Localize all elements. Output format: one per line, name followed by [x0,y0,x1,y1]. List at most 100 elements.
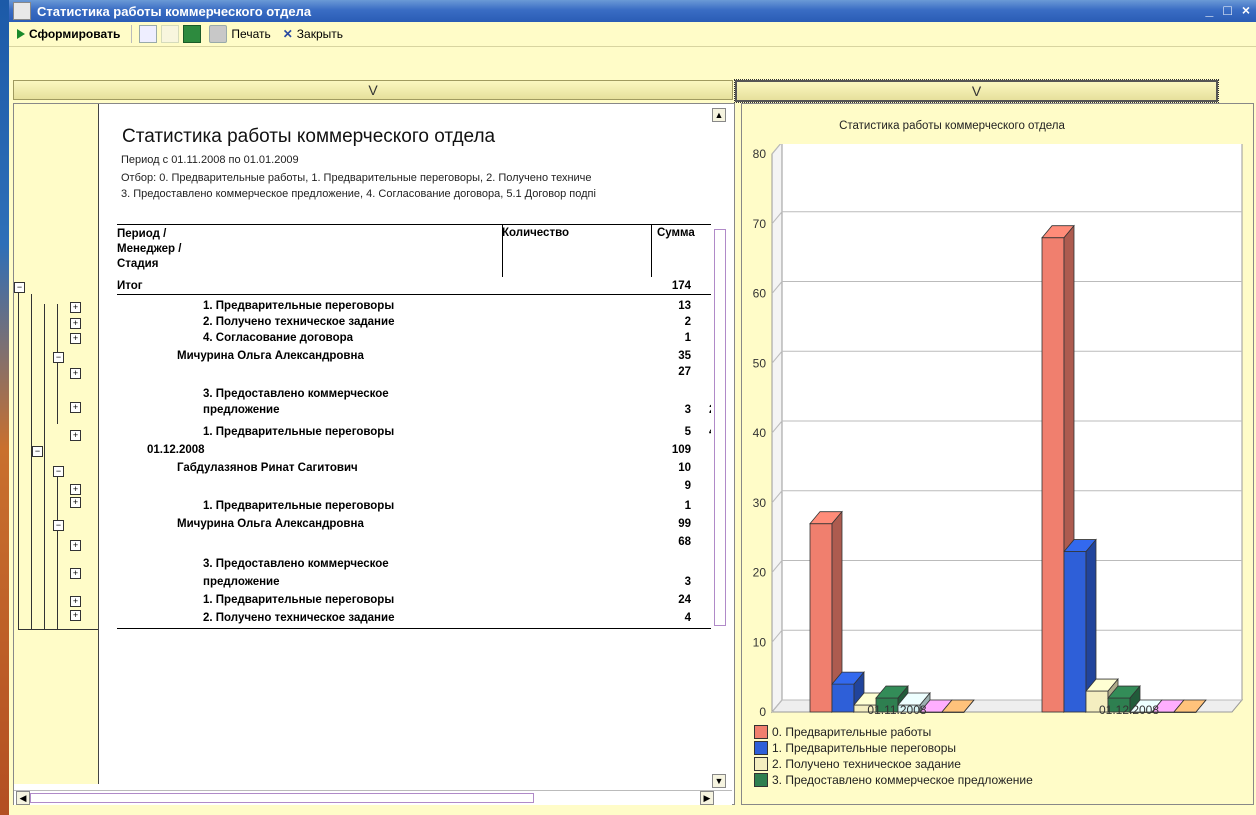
table-row-manager[interactable]: Габдулазянов Ринат Сагитович 10 [117,462,711,476]
row-quantity: 174 [671,280,691,292]
expand-row-toggle[interactable]: + [70,402,81,413]
row-sum: 2 [709,404,711,416]
table-row[interactable]: 2. Получено техническое задание 4 [117,612,711,626]
table-row[interactable]: 1. Предварительные переговоры 13 [117,300,711,314]
row-quantity: 3 [684,404,691,416]
scroll-left-icon[interactable]: ◀ [16,791,30,805]
expand-row-toggle[interactable]: + [70,596,81,607]
expand-all-icon[interactable] [139,25,158,43]
table-row[interactable]: 3. Предоставлено коммерческое [117,558,711,572]
row-sum: 4 [709,426,711,438]
expand-row-toggle[interactable]: + [70,540,81,551]
generate-button[interactable]: Сформировать [13,25,124,43]
expand-row-toggle[interactable]: + [70,568,81,579]
y-tick-label: 70 [753,217,767,231]
row-label: Мичурина Ольга Александровна [177,350,364,362]
table-row-manager[interactable]: Мичурина Ольга Александровна 35 [117,350,711,364]
row-quantity: 109 [671,444,691,456]
window-title: Статистика работы коммерческого отдела [37,3,312,19]
bar [831,683,855,713]
row-quantity: 5 [684,426,691,438]
collapse-manager-toggle[interactable]: − [53,352,64,363]
expand-row-toggle[interactable]: + [70,484,81,495]
collapse-all-icon[interactable] [161,25,180,43]
y-tick-label: 50 [753,356,767,370]
expand-row-toggle[interactable]: + [70,333,81,344]
generate-label: Сформировать [29,27,121,41]
chart-back-plane [781,144,1243,701]
table-bottom-border [117,628,711,629]
row-label: 3. Предоставлено коммерческое [203,558,389,570]
row-quantity: 27 [678,366,691,378]
grouping-tree: − + + + − + + + − − + + − + + + + [14,104,99,784]
legend-swatch [754,741,768,755]
print-label: Печать [231,27,271,41]
collapse-manager-toggle[interactable]: − [53,520,64,531]
expand-row-toggle[interactable]: + [70,368,81,379]
report-period: Период с 01.11.2008 по 01.01.2009 [121,154,299,166]
minimize-button[interactable]: _ [1206,2,1214,18]
maximize-button[interactable]: □ [1223,2,1231,18]
scroll-up-icon[interactable]: ▲ [712,108,726,122]
chart-panel: Статистика работы коммерческого отдела 0… [741,103,1254,805]
header-quantity: Количество [502,227,570,239]
table-row[interactable]: 1. Предварительные переговоры 5 4 [117,426,711,440]
close-window-button[interactable]: × [1242,2,1250,18]
table-row[interactable]: 2. Получено техническое задание 2 [117,316,711,330]
y-tick-label: 0 [759,705,766,719]
row-quantity: 3 [684,576,691,588]
table-row[interactable]: 3. Предоставлено коммерческое [117,388,711,402]
horizontal-scroll-thumb[interactable] [30,793,534,803]
table-row[interactable]: 9 [117,480,711,494]
print-button[interactable]: Печать [205,23,274,45]
table-row[interactable]: предложение 3 2 [117,404,711,418]
table-row-total[interactable]: Итог 174 [117,280,711,295]
table-row[interactable]: 1. Предварительные переговоры 1 [117,500,711,514]
chevron-down-icon: V [971,83,982,99]
legend-label: 2. Получено техническое задание [772,757,961,771]
bar [809,523,833,713]
expand-row-toggle[interactable]: + [70,497,81,508]
row-quantity: 35 [678,350,691,362]
expand-row-toggle[interactable]: + [70,318,81,329]
table-row[interactable]: предложение 3 [117,576,711,590]
legend-label: 1. Предварительные переговоры [772,741,957,755]
expand-row-toggle[interactable]: + [70,302,81,313]
chart-collapse-splitter[interactable]: V [734,79,1219,103]
vertical-scrollbar[interactable]: ▲ ▼ [712,104,730,794]
vertical-scroll-thumb[interactable] [714,229,726,626]
legend-swatch [754,725,768,739]
table-row-period[interactable]: 01.12.2008 109 [117,444,711,458]
y-tick-label: 30 [753,496,767,510]
report-filter-line: Отбор: 0. Предварительные работы, 1. Пре… [121,172,592,184]
excel-icon[interactable] [183,25,202,43]
report-collapse-splitter[interactable]: V [13,80,733,100]
legend-item: 0. Предварительные работы [754,724,1033,740]
table-row[interactable]: 4. Согласование договора 1 [117,332,711,346]
expand-row-toggle[interactable]: + [70,610,81,621]
expand-row-toggle[interactable]: + [70,430,81,441]
row-label: 1. Предварительные переговоры [203,594,395,606]
table-row-manager[interactable]: Мичурина Ольга Александровна 99 [117,518,711,532]
report-title: Статистика работы коммерческого отдела [122,126,496,147]
y-tick-label: 10 [753,635,767,649]
row-quantity: 2 [684,316,691,328]
collapse-total-toggle[interactable]: − [14,282,25,293]
table-row[interactable]: 27 [117,366,711,380]
collapse-manager-toggle[interactable]: − [53,466,64,477]
table-row[interactable]: 68 [117,536,711,550]
left-accent-strip [0,0,9,815]
close-button[interactable]: ✕ Закрыть [279,25,347,43]
table-row[interactable]: 1. Предварительные переговоры 24 [117,594,711,608]
collapse-period-toggle[interactable]: − [32,446,43,457]
scroll-right-icon[interactable]: ▶ [700,791,714,805]
row-quantity: 1 [684,332,691,344]
scroll-down-icon[interactable]: ▼ [712,774,726,788]
header-stage: Стадия [117,258,159,270]
row-label: 3. Предоставлено коммерческое [203,388,389,400]
y-tick-label: 40 [753,426,767,440]
row-label: предложение [203,404,280,416]
row-quantity: 10 [678,462,691,474]
horizontal-scrollbar[interactable]: ◀ ▶ [14,790,732,805]
toolbar: Сформировать Печать ✕ Закрыть [9,22,1256,47]
